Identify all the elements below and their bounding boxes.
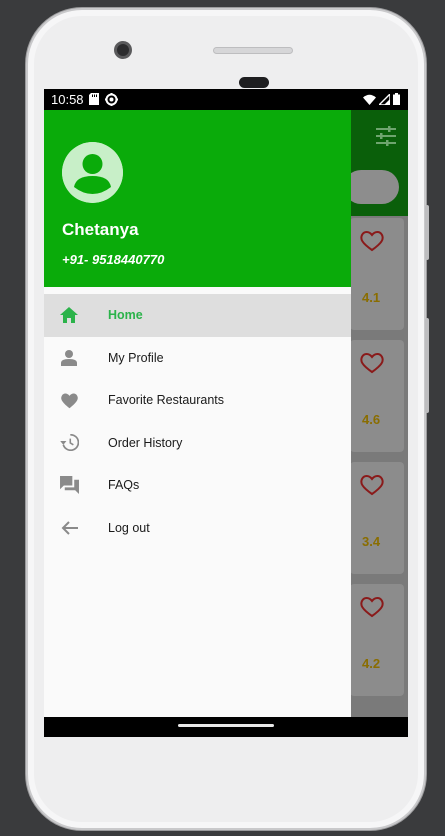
drawer-item-label: Log out [108,520,150,535]
settings-sync-icon [105,93,118,106]
restaurant-rating: 4.1 [362,290,381,305]
drawer-item-label: Home [108,308,143,323]
drawer-menu: Home My Profile Favorite Restaurants Ord… [44,294,351,549]
sd-card-icon [89,93,99,105]
device-screen: 10:58 4.1 4.6 3.4 4.2 Chetanya +91- 9518… [44,89,408,737]
earpiece-speaker [213,47,293,54]
drawer-item-faqs[interactable]: FAQs [44,464,351,507]
drawer-item-label: My Profile [108,350,164,365]
restaurant-card[interactable]: 4.6 [350,340,404,452]
restaurant-rating: 4.6 [362,412,381,427]
drawer-item-my-profile[interactable]: My Profile [44,337,351,380]
restaurant-card[interactable]: 4.2 [350,584,404,696]
wifi-icon [363,94,376,105]
drawer-item-order-history[interactable]: Order History [44,422,351,465]
favorite-heart-icon[interactable] [360,474,384,496]
arrow-back-icon [59,518,79,538]
drawer-item-label: Favorite Restaurants [108,393,225,408]
volume-button [425,318,429,413]
restaurant-card[interactable]: 4.1 [350,218,404,330]
drawer-item-favorite-restaurants[interactable]: Favorite Restaurants [44,379,351,422]
drawer-item-log-out[interactable]: Log out [44,507,351,550]
restaurant-card[interactable]: 3.4 [350,462,404,574]
navigation-drawer: Chetanya +91- 9518440770 Home My Profile [44,110,351,717]
heart-icon [59,390,79,410]
restaurant-rating: 4.2 [362,656,381,671]
search-bar[interactable] [344,170,399,204]
account-circle-icon [62,142,123,203]
power-button [425,205,429,260]
home-icon [59,305,79,325]
favorite-heart-icon[interactable] [360,596,384,618]
avatar[interactable] [62,142,123,203]
forum-icon [59,475,79,495]
user-phone: +91- 9518440770 [62,252,165,267]
drawer-item-label: FAQs [108,478,140,493]
status-bar: 10:58 [44,89,408,110]
battery-icon [393,93,400,105]
status-time: 10:58 [51,92,84,107]
user-name: Chetanya [62,220,139,239]
front-camera [114,41,132,59]
favorite-heart-icon[interactable] [360,352,384,374]
drawer-item-label: Order History [108,435,183,450]
person-icon [59,348,79,368]
restaurant-rating: 3.4 [362,534,381,549]
navigation-bar [44,717,408,737]
proximity-sensor [239,77,269,88]
history-icon [59,433,79,453]
drawer-header: Chetanya +91- 9518440770 [44,110,351,287]
home-gesture-handle[interactable] [178,724,274,727]
filter-icon[interactable] [374,124,398,148]
favorite-heart-icon[interactable] [360,230,384,252]
drawer-item-home[interactable]: Home [44,294,351,337]
signal-icon [379,93,390,105]
